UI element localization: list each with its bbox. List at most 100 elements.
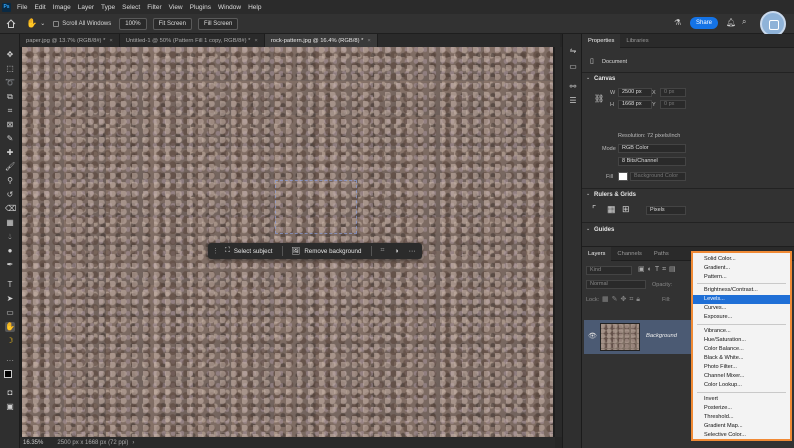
menu-item-color-lookup[interactable]: Color Lookup... bbox=[693, 381, 790, 390]
brush-tool-icon[interactable]: 🖌︎ bbox=[5, 162, 15, 172]
blend-mode-select[interactable]: Normal bbox=[586, 280, 646, 289]
scroll-all-windows-checkbox[interactable]: Scroll All Windows bbox=[53, 20, 111, 27]
menu-item-brightness-contrast[interactable]: Brightness/Contrast... bbox=[693, 286, 790, 295]
menu-item-gradient[interactable]: Gradient... bbox=[693, 264, 790, 273]
eyedropper-tool-icon[interactable]: ✎ bbox=[5, 134, 15, 144]
menu-help[interactable]: Help bbox=[248, 4, 261, 11]
quick-mask-icon[interactable]: ◘ bbox=[5, 388, 15, 398]
checkbox-box[interactable] bbox=[53, 20, 60, 27]
bell-icon[interactable]: 🔔︎ bbox=[726, 18, 736, 27]
menu-item-black-white[interactable]: Black & White... bbox=[693, 354, 790, 363]
y-field[interactable]: 0 px bbox=[660, 100, 686, 109]
height-field[interactable]: 1668 px bbox=[618, 100, 652, 109]
foreground-color-swatch[interactable] bbox=[4, 370, 12, 378]
zoom-tool-icon[interactable]: ☽ bbox=[5, 336, 15, 346]
menu-item-invert[interactable]: Invert bbox=[693, 395, 790, 404]
mode-select[interactable]: RGB Color bbox=[618, 144, 686, 153]
history-panel-icon[interactable]: ⇋ bbox=[568, 46, 578, 56]
menu-item-threshold[interactable]: Threshold... bbox=[693, 413, 790, 422]
menu-layer[interactable]: Layer bbox=[78, 4, 94, 11]
menu-item-posterize[interactable]: Posterize... bbox=[693, 404, 790, 413]
rectangle-tool-icon[interactable]: ▭ bbox=[5, 308, 15, 318]
lasso-tool-icon[interactable]: ➰ bbox=[5, 78, 15, 88]
pen-tool-icon[interactable]: ✒ bbox=[5, 260, 15, 270]
chevron-down-icon[interactable]: ⌄ bbox=[586, 75, 590, 81]
adjust-icon[interactable]: ◑ bbox=[394, 248, 398, 255]
tab-channels[interactable]: Channels bbox=[611, 247, 648, 261]
screen-mode-icon[interactable]: ▣ bbox=[5, 402, 15, 412]
menu-filter[interactable]: Filter bbox=[147, 4, 161, 11]
menu-item-levels[interactable]: Levels... bbox=[693, 295, 790, 304]
fit-screen-button[interactable]: Fit Screen bbox=[152, 17, 192, 30]
flask-icon[interactable]: ⚗ bbox=[674, 18, 681, 27]
properties-panel-icon[interactable]: ☰ bbox=[568, 96, 578, 106]
chevron-right-icon[interactable]: › bbox=[132, 440, 134, 446]
layer-kind-filter[interactable]: Kind bbox=[586, 266, 632, 275]
path-selection-tool-icon[interactable]: ➤ bbox=[5, 294, 15, 304]
menu-item-curves[interactable]: Curves... bbox=[693, 304, 790, 313]
units-select[interactable]: Pixels bbox=[646, 206, 686, 215]
tab-paths[interactable]: Paths bbox=[648, 247, 675, 261]
more-tools-icon[interactable]: ··· bbox=[5, 356, 15, 366]
drag-handle-icon[interactable]: ⋮ bbox=[212, 247, 219, 255]
select-subject-button[interactable]: ⛶ Select subject bbox=[225, 247, 272, 255]
close-icon[interactable]: × bbox=[254, 38, 257, 44]
chevron-down-icon[interactable]: ⌄ bbox=[586, 191, 590, 197]
object-selection-tool-icon[interactable]: ⧉ bbox=[5, 92, 15, 102]
fill-screen-button[interactable]: Fill Screen bbox=[197, 17, 239, 30]
adjustments-panel-icon[interactable]: ⚯ bbox=[568, 82, 578, 92]
crop-tool-icon[interactable]: ⌗ bbox=[5, 106, 15, 116]
home-icon[interactable] bbox=[6, 19, 16, 28]
grid-icon[interactable]: ▦ bbox=[607, 204, 616, 215]
menu-image[interactable]: Image bbox=[53, 4, 71, 11]
bit-depth-select[interactable]: 8 Bits/Channel bbox=[618, 157, 686, 166]
menu-item-gradient-map[interactable]: Gradient Map... bbox=[693, 422, 790, 431]
zoom-100-button[interactable]: 100% bbox=[119, 17, 147, 30]
move-tool-icon[interactable]: ✥ bbox=[5, 50, 15, 60]
canvas-area[interactable]: ⋮ ⛶ Select subject 🖼︎ Remove background … bbox=[20, 47, 555, 437]
tab-libraries[interactable]: Libraries bbox=[620, 34, 654, 48]
close-icon[interactable]: × bbox=[109, 38, 112, 44]
menu-select[interactable]: Select bbox=[122, 4, 140, 11]
filter-icons[interactable]: ▣◐T⌗▤ bbox=[638, 265, 679, 274]
menu-item-hue-saturation[interactable]: Hue/Saturation... bbox=[693, 336, 790, 345]
history-brush-tool-icon[interactable]: ↺ bbox=[5, 190, 15, 200]
crop-icon[interactable]: ⌗ bbox=[380, 247, 384, 255]
tab-rock-pattern[interactable]: rock-pattern.jpg @ 16.4% (RGB/8) * × bbox=[264, 34, 378, 47]
layer-row-background[interactable]: 👁︎ Background bbox=[584, 320, 692, 354]
link-icon[interactable]: ⛓ bbox=[594, 94, 604, 103]
marquee-tool-icon[interactable]: ⬚ bbox=[5, 64, 15, 74]
gradient-tool-icon[interactable]: ▦ bbox=[5, 218, 15, 228]
hand-tool-icon[interactable]: ✋ bbox=[5, 322, 15, 332]
clone-stamp-tool-icon[interactable]: ⚲ bbox=[5, 176, 15, 186]
tab-untitled-1[interactable]: Untitled-1 @ 50% (Pattern Fill 1 copy, R… bbox=[120, 34, 265, 47]
comments-panel-icon[interactable]: ▭ bbox=[568, 62, 578, 72]
tab-paper[interactable]: paper.jpg @ 13.7% (RGB/8#) * × bbox=[20, 34, 120, 47]
zoom-level[interactable]: 16.35% bbox=[23, 440, 43, 446]
fill-select[interactable]: Background Color bbox=[630, 172, 686, 181]
menu-window[interactable]: Window bbox=[218, 4, 241, 11]
fill-swatch[interactable] bbox=[618, 172, 628, 181]
menu-item-vibrance[interactable]: Vibrance... bbox=[693, 327, 790, 336]
layer-name[interactable]: Background bbox=[646, 333, 677, 339]
more-options-icon[interactable]: ··· bbox=[409, 248, 416, 255]
eraser-tool-icon[interactable]: ⌫ bbox=[5, 204, 16, 214]
blur-tool-icon[interactable]: 💧︎ bbox=[5, 232, 15, 242]
frame-tool-icon[interactable]: ⊠ bbox=[5, 120, 15, 130]
menu-item-photo-filter[interactable]: Photo Filter... bbox=[693, 363, 790, 372]
width-field[interactable]: 2500 px bbox=[618, 88, 652, 97]
hand-tool-preset-icon[interactable]: ✋ bbox=[26, 18, 37, 29]
remove-background-button[interactable]: 🖼︎ Remove background bbox=[291, 247, 361, 256]
x-field[interactable]: 0 px bbox=[660, 88, 686, 97]
ruler-icon[interactable]: ⌜ bbox=[592, 204, 596, 215]
menu-type[interactable]: Type bbox=[101, 4, 115, 11]
menu-item-channel-mixer[interactable]: Channel Mixer... bbox=[693, 372, 790, 381]
guides-grid-icon[interactable]: ⊞ bbox=[622, 204, 630, 215]
menu-file[interactable]: File bbox=[17, 4, 27, 11]
dodge-tool-icon[interactable]: ● bbox=[5, 246, 15, 256]
search-icon[interactable]: ⌕ bbox=[742, 17, 746, 27]
healing-brush-tool-icon[interactable]: ✚ bbox=[5, 148, 15, 158]
tab-properties[interactable]: Properties bbox=[582, 33, 621, 48]
menu-view[interactable]: View bbox=[169, 4, 183, 11]
menu-item-pattern[interactable]: Pattern... bbox=[693, 273, 790, 282]
